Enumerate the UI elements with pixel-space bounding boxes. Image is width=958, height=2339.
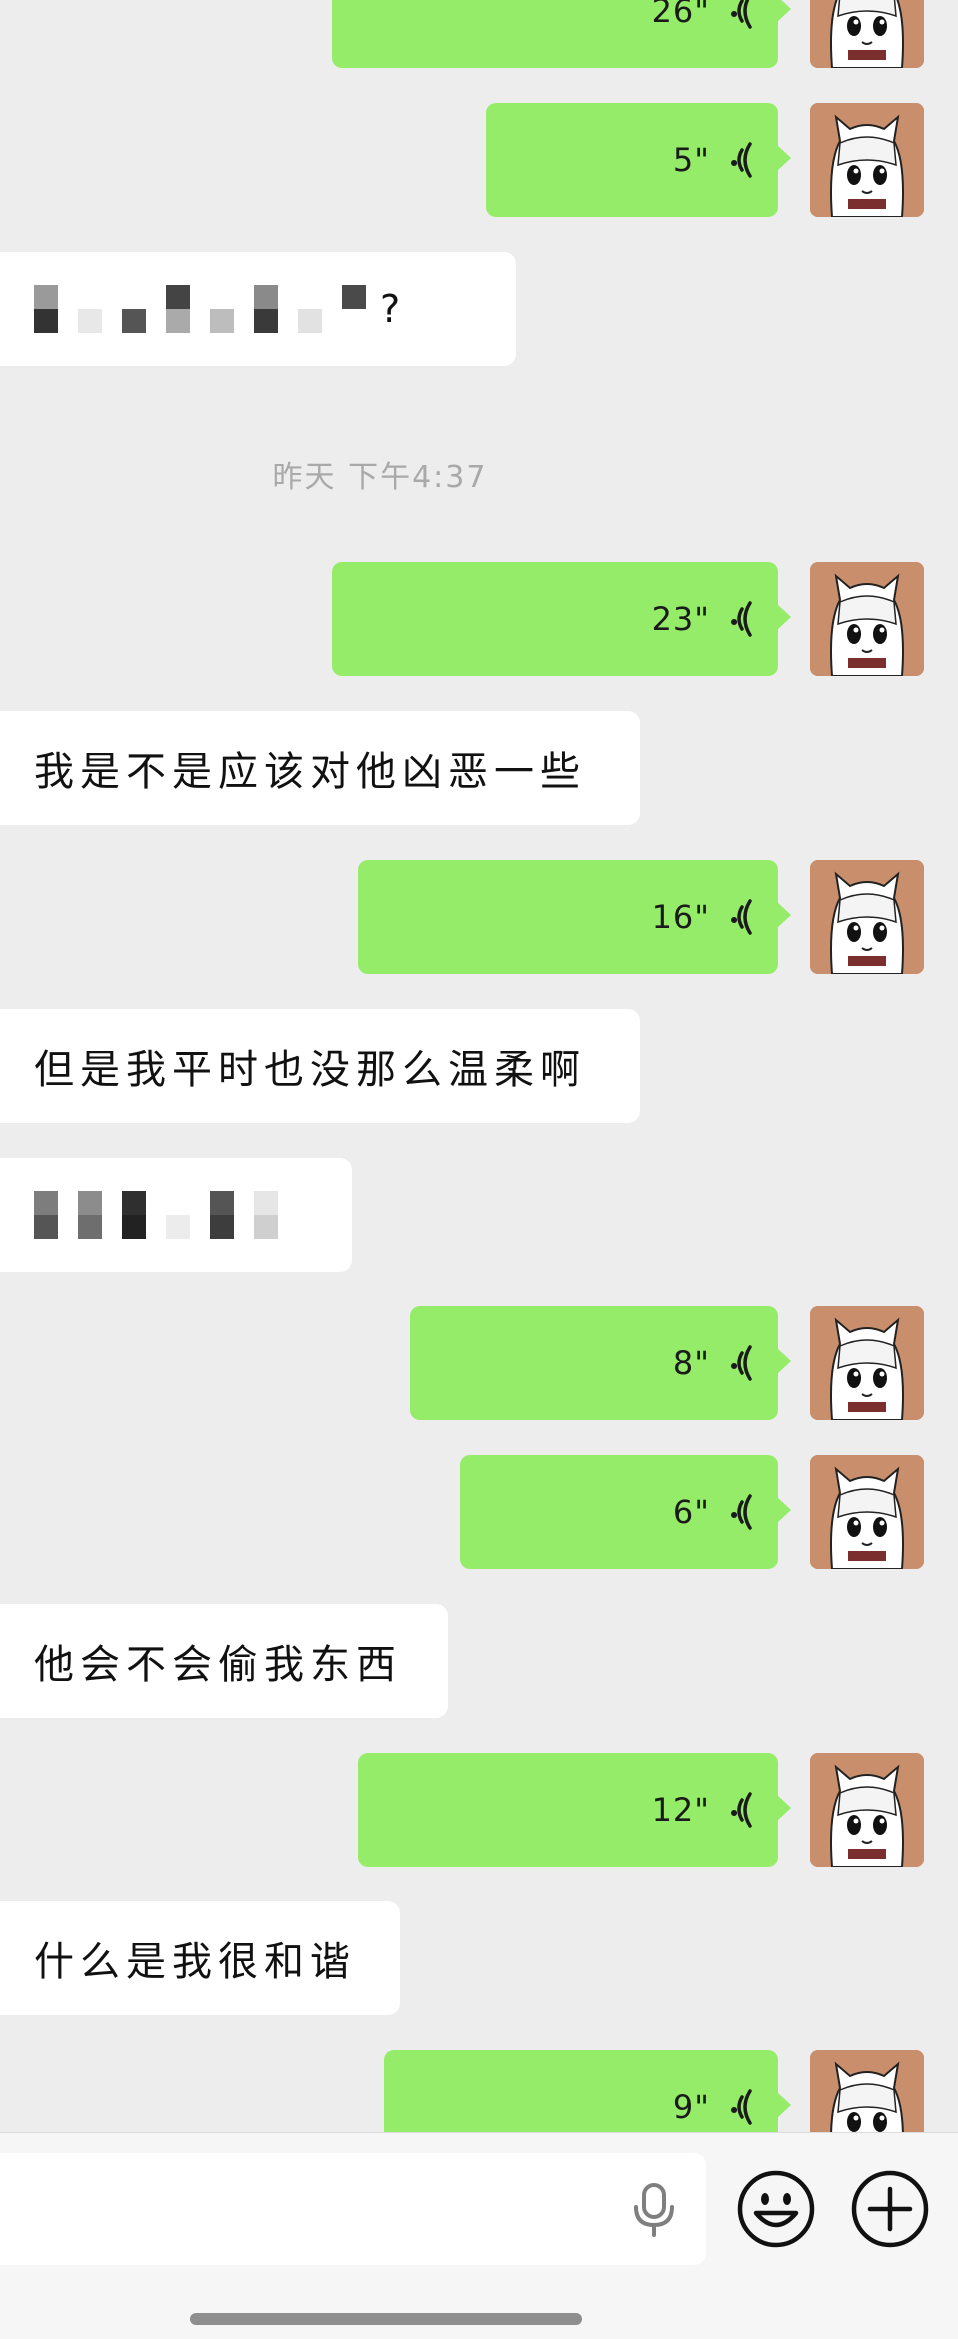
redacted-text [34,1191,278,1239]
message-text: 我是不是应该对他凶恶一些 [34,749,586,795]
voice-message-bubble[interactable]: 12" [358,1753,791,1867]
user-avatar[interactable] [810,1753,924,1867]
message-text: 他会不会偷我东西 [34,1642,402,1688]
voice-wave-icon [728,599,758,639]
text-message-bubble[interactable]: 我是不是应该对他凶恶一些 [0,711,640,825]
voice-duration: 16" [651,898,710,936]
text-message-bubble[interactable]: 但是我平时也没那么温柔啊 [0,1009,640,1123]
home-indicator [190,2313,582,2325]
text-message-bubble[interactable] [0,1158,352,1272]
redacted-text: ? [34,285,400,333]
voice-message-bubble[interactable]: 8" [410,1306,791,1420]
text-message-bubble[interactable]: 他会不会偷我东西 [0,1604,448,1718]
question-mark: ? [380,287,401,331]
voice-wave-icon [728,140,758,180]
voice-wave-icon [728,1492,758,1532]
voice-duration: 12" [651,1791,710,1829]
emoji-icon[interactable] [736,2169,816,2249]
voice-duration: 26" [651,0,710,30]
message-text: 但是我平时也没那么温柔啊 [34,1047,586,1093]
voice-message-bubble[interactable]: 16" [358,860,791,974]
user-avatar[interactable] [810,860,924,974]
voice-wave-icon [728,0,758,31]
message-input[interactable] [0,2153,706,2265]
user-avatar[interactable] [810,1455,924,1569]
user-avatar[interactable] [810,103,924,217]
user-avatar[interactable] [810,0,924,68]
voice-duration: 23" [651,600,710,638]
voice-duration: 6" [672,1493,710,1531]
voice-duration: 5" [672,141,710,179]
user-avatar[interactable] [810,562,924,676]
user-avatar[interactable] [810,2050,924,2132]
voice-wave-icon [728,897,758,937]
text-message-bubble[interactable]: 什么是我很和谐 [0,1901,400,2015]
text-message-bubble[interactable]: ? [0,252,516,366]
voice-wave-icon [728,1343,758,1383]
microphone-icon[interactable] [628,2183,680,2237]
voice-message-bubble[interactable]: 6" [460,1455,791,1569]
plus-icon[interactable] [850,2169,930,2249]
voice-message-bubble[interactable]: 9" [384,2050,791,2132]
message-timestamp: 昨天 下午4:37 [272,460,488,495]
voice-message-bubble[interactable]: 26" [332,0,791,68]
user-avatar[interactable] [810,1306,924,1420]
voice-message-bubble[interactable]: 5" [486,103,791,217]
voice-wave-icon [728,2087,758,2127]
voice-message-bubble[interactable]: 23" [332,562,791,676]
chat-input-bar [0,2132,958,2339]
message-text: 什么是我很和谐 [34,1939,356,1985]
chat-message-list[interactable]: 26" 5" ? 昨天 下午4:37 23" 我是不是应该对他凶恶一些 16" … [0,0,958,2132]
voice-duration: 8" [672,1344,710,1382]
voice-wave-icon [728,1790,758,1830]
voice-duration: 9" [672,2088,710,2126]
